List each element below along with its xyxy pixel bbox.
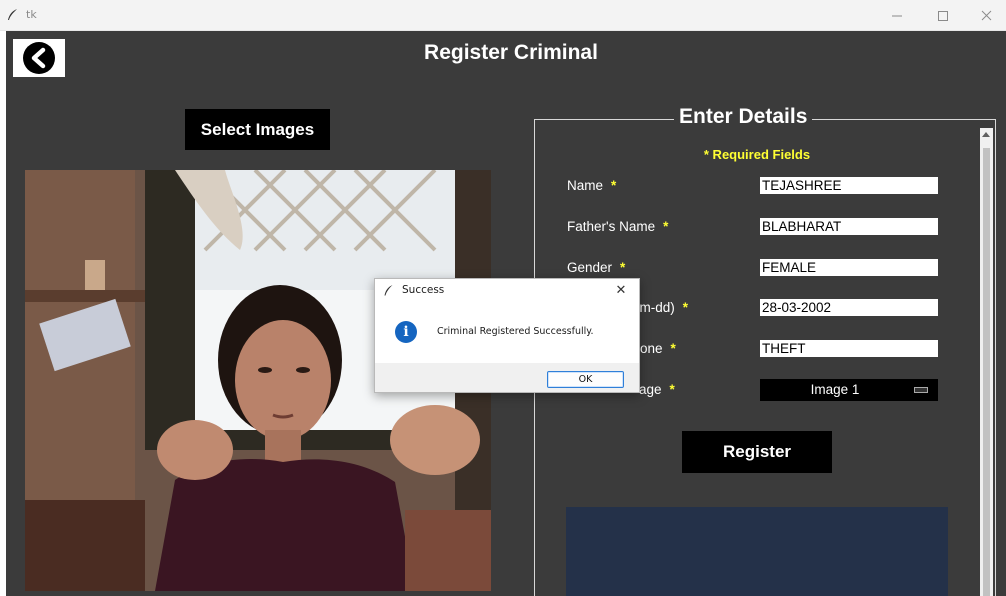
name-input[interactable]: TEJASHREE	[760, 177, 938, 194]
profile-image-label: age *	[639, 382, 675, 397]
crime-label: one *	[640, 341, 676, 356]
scroll-up-arrow-icon[interactable]	[982, 132, 990, 137]
dob-input[interactable]: 28-03-2002	[760, 299, 938, 316]
vertical-scrollbar[interactable]	[980, 128, 993, 596]
required-asterisk: *	[670, 341, 676, 356]
register-button[interactable]: Register	[682, 431, 832, 473]
tk-feather-icon	[8, 9, 17, 20]
dialog-message: Criminal Registered Successfully.	[437, 326, 594, 337]
tk-feather-icon	[384, 285, 393, 296]
crime-label-text: one	[640, 341, 663, 356]
crime-input[interactable]: THEFT	[760, 340, 938, 357]
dropdown-indicator-icon	[914, 387, 928, 393]
success-dialog: Success ✕ i Criminal Registered Successf…	[374, 278, 640, 393]
fathers-name-label-text: Father's Name	[567, 219, 656, 234]
info-icon: i	[395, 321, 417, 343]
required-asterisk: *	[663, 219, 669, 234]
window-titlebar: tk	[0, 0, 1006, 31]
ok-button[interactable]: OK	[547, 371, 624, 388]
fathers-name-input[interactable]: BLABHARAT	[760, 218, 938, 235]
select-images-button[interactable]: Select Images	[185, 109, 330, 150]
required-asterisk: *	[620, 260, 626, 275]
required-fields-note: * Required Fields	[703, 147, 811, 162]
profile-image-value: Image 1	[810, 382, 860, 397]
gender-input[interactable]: FEMALE	[760, 259, 938, 276]
info-panel	[566, 507, 948, 596]
page-title: Register Criminal	[424, 41, 598, 64]
back-arrow-icon	[23, 42, 55, 74]
maximize-button[interactable]	[920, 0, 966, 30]
dialog-close-button[interactable]: ✕	[611, 282, 631, 300]
required-asterisk: *	[669, 382, 675, 397]
required-asterisk: *	[611, 178, 617, 193]
maximize-icon	[938, 11, 948, 21]
profile-image-dropdown[interactable]: Image 1	[760, 379, 938, 401]
minimize-icon	[892, 15, 902, 17]
fathers-name-label: Father's Name *	[567, 219, 668, 234]
details-legend: Enter Details	[674, 105, 813, 129]
dialog-footer: OK	[375, 363, 639, 392]
scrollbar-thumb[interactable]	[983, 148, 990, 596]
name-label-text: Name	[567, 178, 604, 193]
dialog-title: Success	[402, 284, 445, 296]
back-button[interactable]	[13, 39, 65, 77]
name-label: Name *	[567, 178, 616, 193]
minimize-button[interactable]	[874, 0, 920, 30]
dialog-titlebar: Success ✕	[375, 279, 639, 303]
gender-label: Gender *	[567, 260, 625, 275]
profile-image-label-text: age	[639, 382, 662, 397]
window-title: tk	[26, 8, 37, 21]
dialog-body: i Criminal Registered Successfully.	[375, 303, 639, 363]
gender-label-text: Gender	[567, 260, 613, 275]
required-asterisk: *	[682, 300, 689, 315]
close-icon	[981, 10, 992, 21]
close-window-button[interactable]	[964, 0, 1006, 30]
